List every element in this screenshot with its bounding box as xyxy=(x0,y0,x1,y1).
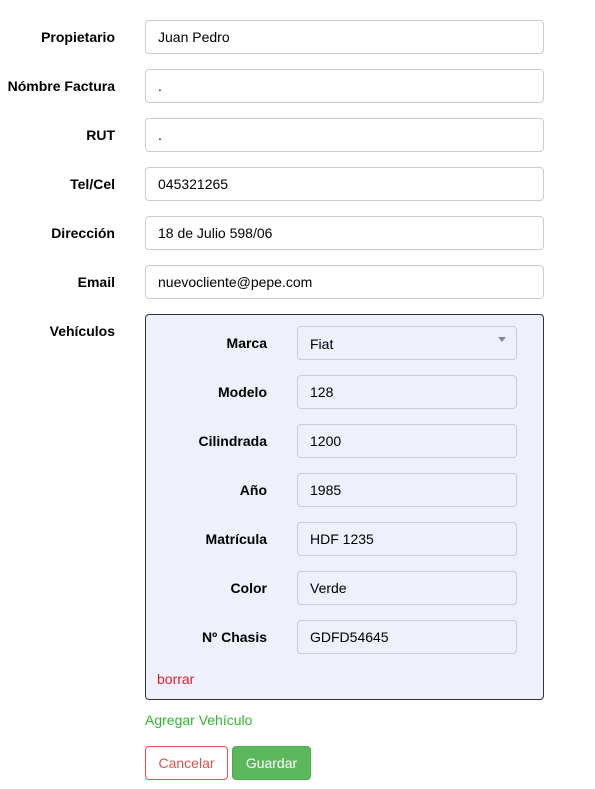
year-input[interactable] xyxy=(297,473,517,507)
chevron-down-icon xyxy=(498,337,506,342)
client-form: Propietario Nómbre Factura RUT Tel/Cel D… xyxy=(0,0,595,789)
plate-row: Matrícula xyxy=(146,522,543,556)
phone-row: Tel/Cel xyxy=(0,167,595,201)
cancel-button[interactable]: Cancelar xyxy=(145,746,228,780)
vehicle-panel: Marca Fiat Modelo Cilindrada Año Matrícu… xyxy=(145,314,544,700)
year-label: Año xyxy=(239,482,267,498)
plate-input[interactable] xyxy=(297,522,517,556)
rut-input[interactable] xyxy=(145,118,544,152)
email-row: Email xyxy=(0,265,595,299)
owner-input[interactable] xyxy=(145,20,544,54)
model-row: Modelo xyxy=(146,375,543,409)
phone-label: Tel/Cel xyxy=(70,176,115,192)
displacement-row: Cilindrada xyxy=(146,424,543,458)
vehicles-label: Vehículos xyxy=(49,323,115,339)
owner-label: Propietario xyxy=(41,29,115,45)
year-row: Año xyxy=(146,473,543,507)
address-label: Dirección xyxy=(51,225,115,241)
invoice-name-row: Nómbre Factura xyxy=(0,69,595,103)
color-input[interactable] xyxy=(297,571,517,605)
color-row: Color xyxy=(146,571,543,605)
owner-row: Propietario xyxy=(0,20,595,54)
chassis-row: Nº Chasis xyxy=(146,620,543,654)
brand-select[interactable]: Fiat xyxy=(297,326,517,360)
email-label: Email xyxy=(77,274,115,290)
rut-label: RUT xyxy=(86,127,115,143)
displacement-input[interactable] xyxy=(297,424,517,458)
displacement-label: Cilindrada xyxy=(198,433,267,449)
phone-input[interactable] xyxy=(145,167,544,201)
email-input[interactable] xyxy=(145,265,544,299)
address-row: Dirección xyxy=(0,216,595,250)
model-input[interactable] xyxy=(297,375,517,409)
color-label: Color xyxy=(230,580,267,596)
model-label: Modelo xyxy=(218,384,267,400)
chassis-label: Nº Chasis xyxy=(201,629,267,645)
plate-label: Matrícula xyxy=(205,531,267,547)
address-input[interactable] xyxy=(145,216,544,250)
brand-selected-value: Fiat xyxy=(310,336,334,352)
add-vehicle-link[interactable]: Agregar Vehículo xyxy=(145,712,252,728)
delete-vehicle-link[interactable]: borrar xyxy=(157,671,194,687)
chassis-input[interactable] xyxy=(297,620,517,654)
invoice-name-label: Nómbre Factura xyxy=(7,78,115,94)
brand-row: Marca Fiat xyxy=(146,326,543,360)
invoice-name-input[interactable] xyxy=(145,69,544,103)
brand-label: Marca xyxy=(226,335,267,351)
rut-row: RUT xyxy=(0,118,595,152)
save-button[interactable]: Guardar xyxy=(232,746,311,780)
